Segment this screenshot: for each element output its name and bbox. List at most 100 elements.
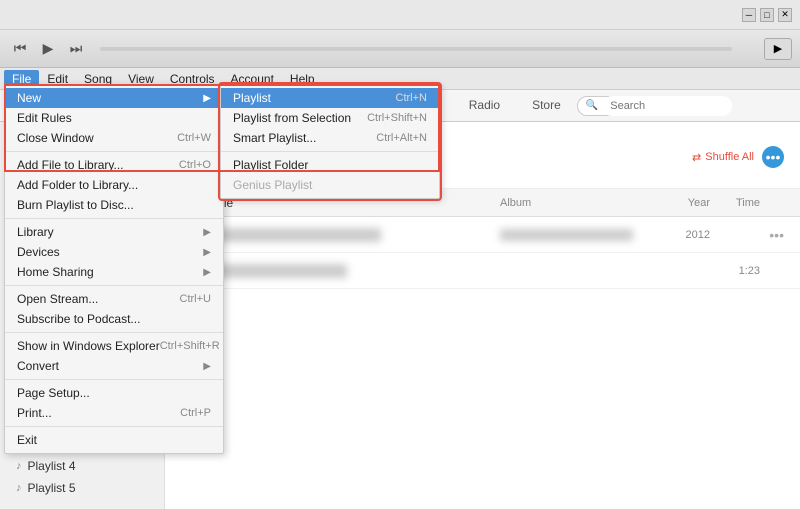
- song-album-blurred: █████████████████: [500, 229, 633, 241]
- new-submenu: Playlist Ctrl+N Playlist from Selection …: [220, 84, 440, 199]
- separator: [5, 332, 223, 333]
- menu-subscribe-podcast-label: Subscribe to Podcast...: [17, 312, 140, 326]
- toolbar: ⏮ ▶ ⏭ ▶: [0, 30, 800, 68]
- search-input[interactable]: [602, 96, 732, 116]
- file-menu-dropdown: New ▶ Edit Rules Close Window Ctrl+W Add…: [4, 84, 224, 454]
- menu-home-sharing-label: Home Sharing: [17, 265, 94, 279]
- submenu-playlist-from-selection[interactable]: Playlist from Selection Ctrl+Shift+N: [221, 108, 439, 128]
- song-title: ████████████████: [211, 264, 500, 278]
- search-container: 🔍: [577, 96, 707, 116]
- fastforward-button[interactable]: ⏭: [64, 37, 88, 61]
- sidebar-item-label: Playlist 5: [28, 481, 76, 495]
- menu-add-folder-label: Add Folder to Library...: [17, 178, 138, 192]
- title-bar: ─ □ ✕: [0, 0, 800, 30]
- menu-close-window-label: Close Window: [17, 131, 94, 145]
- play-button[interactable]: ▶: [36, 37, 60, 61]
- menu-page-setup-label: Page Setup...: [17, 386, 90, 400]
- col-duration: Time: [710, 197, 760, 209]
- song-more-button[interactable]: •••: [760, 227, 784, 243]
- submenu-playlist-from-selection-label: Playlist from Selection: [233, 111, 351, 125]
- menu-open-stream-label: Open Stream...: [17, 292, 98, 306]
- sidebar-item-playlist4[interactable]: ♪ Playlist 4: [0, 455, 164, 477]
- rewind-button[interactable]: ⏮: [8, 37, 32, 61]
- tab-radio[interactable]: Radio: [453, 92, 516, 120]
- song-album: █████████████████: [500, 229, 660, 241]
- submenu-playlist-folder-label: Playlist Folder: [233, 158, 308, 172]
- separator: [5, 151, 223, 152]
- submenu-arrow-icon: ▶: [203, 361, 211, 372]
- submenu-smart-playlist[interactable]: Smart Playlist... Ctrl+Alt+N: [221, 128, 439, 148]
- menu-add-file-label: Add File to Library...: [17, 158, 124, 172]
- maximize-button[interactable]: □: [760, 8, 774, 22]
- minimize-button[interactable]: ─: [742, 8, 756, 22]
- submenu-arrow-icon: ▶: [203, 227, 211, 238]
- menu-print[interactable]: Print... Ctrl+P: [5, 403, 223, 423]
- menu-library[interactable]: Library ▶: [5, 222, 223, 242]
- nav-right: 🔍: [577, 96, 707, 116]
- song-title: ████████████████████: [211, 228, 500, 242]
- menu-devices-label: Devices: [17, 245, 60, 259]
- menu-devices[interactable]: Devices ▶: [5, 242, 223, 262]
- sidebar-item-label: Playlist 4: [28, 459, 76, 473]
- menu-exit[interactable]: Exit: [5, 430, 223, 450]
- submenu-playlist-folder[interactable]: Playlist Folder: [221, 155, 439, 175]
- song-title-blurred: ████████████████: [211, 264, 347, 278]
- menu-close-window[interactable]: Close Window Ctrl+W: [5, 128, 223, 148]
- menu-exit-label: Exit: [17, 433, 37, 447]
- song-title-blurred: ████████████████████: [211, 228, 381, 242]
- menu-subscribe-podcast[interactable]: Subscribe to Podcast...: [5, 309, 223, 329]
- playlist-icon: ♪: [16, 482, 22, 494]
- table-row[interactable]: 1 ████████████████████ █████████████████…: [165, 217, 800, 253]
- submenu-smart-playlist-shortcut: Ctrl+Alt+N: [376, 132, 427, 144]
- menu-close-window-shortcut: Ctrl+W: [177, 132, 211, 144]
- col-album: Album: [500, 197, 660, 209]
- tab-store[interactable]: Store: [516, 92, 577, 120]
- menu-add-file[interactable]: Add File to Library... Ctrl+O: [5, 155, 223, 175]
- song-year: 2012: [660, 229, 710, 241]
- more-button[interactable]: •••: [762, 146, 784, 168]
- search-icon: 🔍: [586, 100, 598, 111]
- submenu-playlist[interactable]: Playlist Ctrl+N: [221, 88, 439, 108]
- menu-edit-rules[interactable]: Edit Rules: [5, 108, 223, 128]
- playlist-icon: ♪: [16, 460, 22, 472]
- menu-library-label: Library: [17, 225, 54, 239]
- submenu-genius-playlist: Genius Playlist: [221, 175, 439, 195]
- menu-page-setup[interactable]: Page Setup...: [5, 383, 223, 403]
- table-row[interactable]: 2 ████████████████ 1:23: [165, 253, 800, 289]
- submenu-arrow-icon: ▶: [203, 247, 211, 258]
- sidebar-item-playlist5[interactable]: ♪ Playlist 5: [0, 477, 164, 499]
- menu-open-stream[interactable]: Open Stream... Ctrl+U: [5, 289, 223, 309]
- menu-new[interactable]: New ▶: [5, 88, 223, 108]
- menu-add-file-shortcut: Ctrl+O: [179, 159, 211, 171]
- menu-print-label: Print...: [17, 406, 52, 420]
- menu-open-stream-shortcut: Ctrl+U: [180, 293, 211, 305]
- menu-convert-label: Convert: [17, 359, 59, 373]
- submenu-playlist-label: Playlist: [233, 91, 271, 105]
- song-duration: 1:23: [710, 265, 760, 277]
- menu-burn-playlist-label: Burn Playlist to Disc...: [17, 198, 134, 212]
- close-button[interactable]: ✕: [778, 8, 792, 22]
- menu-new-label: New: [17, 91, 41, 105]
- separator: [221, 151, 439, 152]
- progress-bar[interactable]: [100, 47, 732, 51]
- submenu-playlist-shortcut: Ctrl+N: [396, 92, 427, 104]
- separator: [5, 379, 223, 380]
- submenu-smart-playlist-label: Smart Playlist...: [233, 131, 316, 145]
- menu-print-shortcut: Ctrl+P: [180, 407, 211, 419]
- menu-show-windows-explorer[interactable]: Show in Windows Explorer Ctrl+Shift+R: [5, 336, 223, 356]
- separator: [5, 285, 223, 286]
- submenu-genius-playlist-label: Genius Playlist: [233, 178, 312, 192]
- menu-burn-playlist[interactable]: Burn Playlist to Disc...: [5, 195, 223, 215]
- submenu-arrow-icon: ▶: [203, 267, 211, 278]
- separator: [5, 218, 223, 219]
- content-actions: ⇄ Shuffle All •••: [692, 146, 784, 168]
- separator: [5, 426, 223, 427]
- shuffle-button[interactable]: ⇄ Shuffle All: [692, 151, 754, 164]
- col-year: Year: [660, 197, 710, 209]
- menu-edit-rules-label: Edit Rules: [17, 111, 72, 125]
- shuffle-icon: ⇄: [692, 151, 701, 164]
- airplay-button[interactable]: ▶: [764, 38, 792, 60]
- menu-add-folder[interactable]: Add Folder to Library...: [5, 175, 223, 195]
- menu-convert[interactable]: Convert ▶: [5, 356, 223, 376]
- menu-home-sharing[interactable]: Home Sharing ▶: [5, 262, 223, 282]
